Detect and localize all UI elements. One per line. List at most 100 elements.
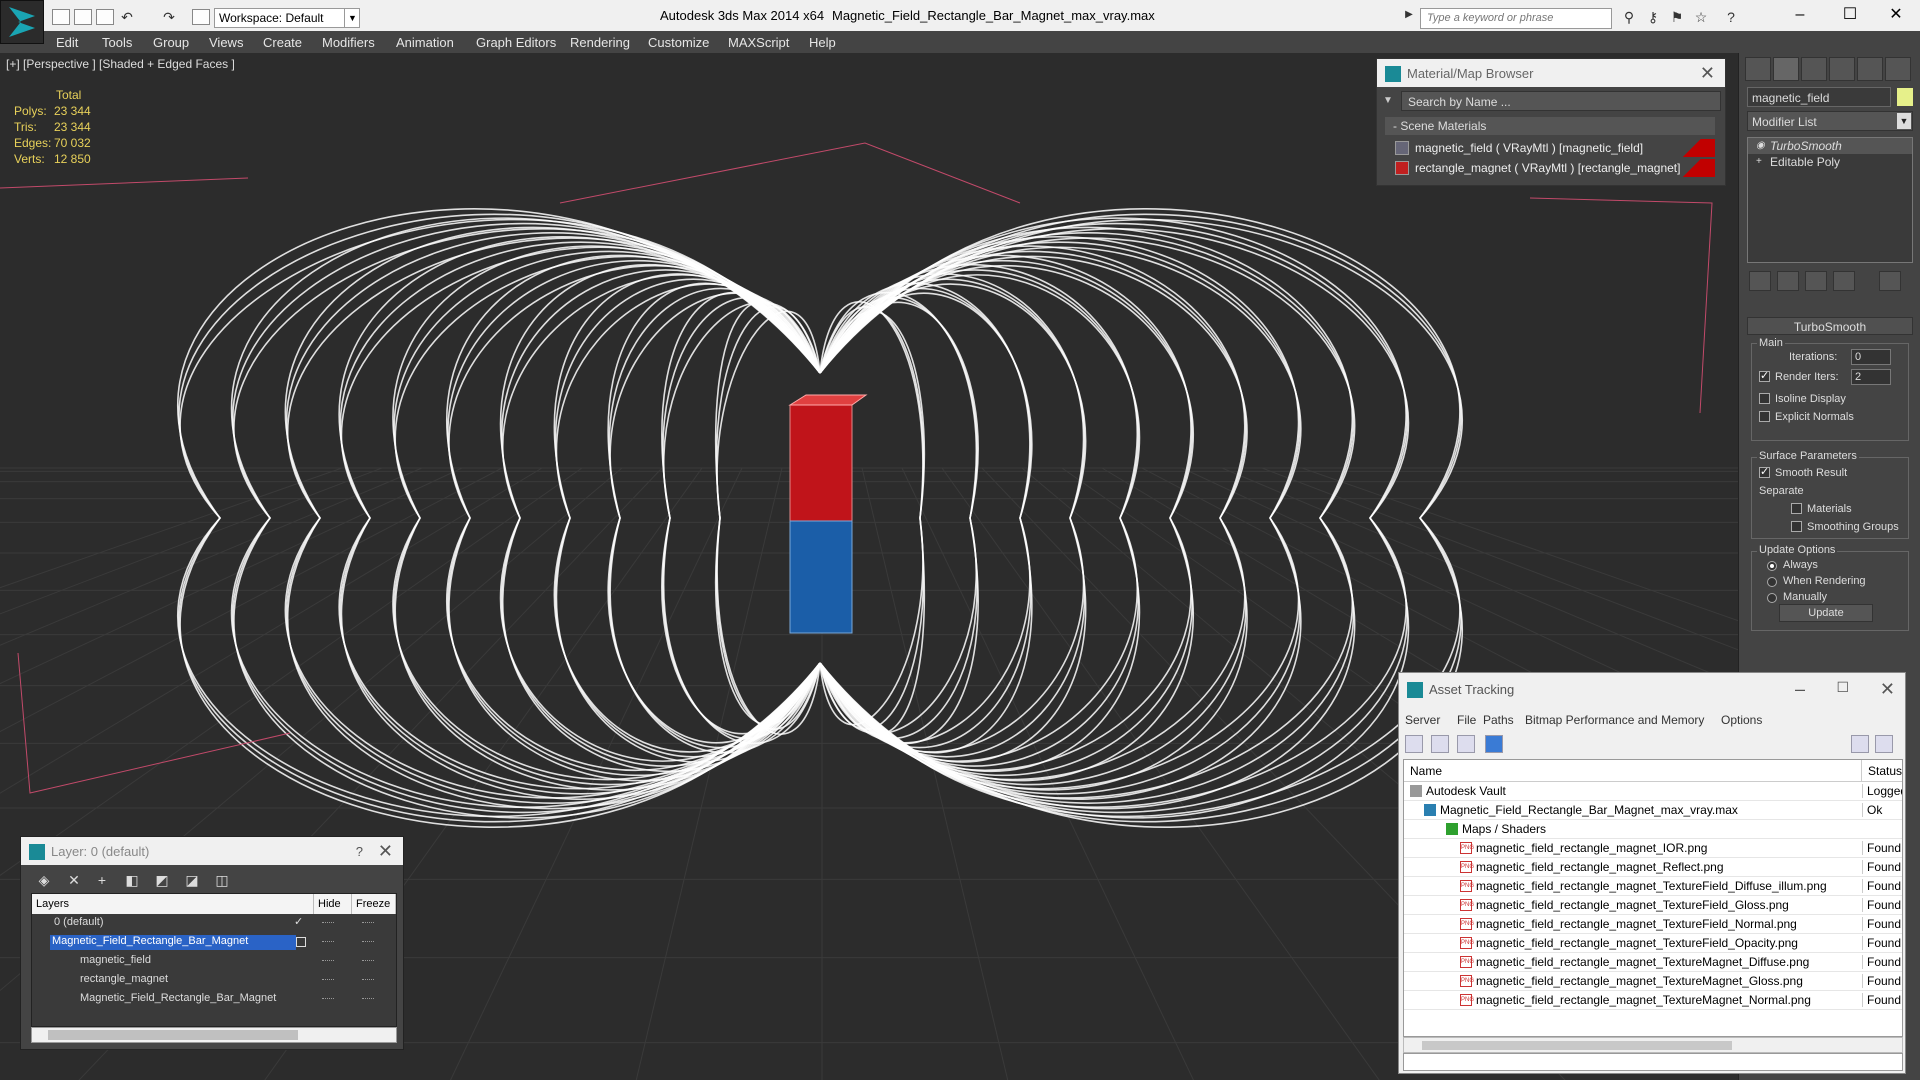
close-icon[interactable]: ✕ <box>1880 679 1895 700</box>
make-unique-icon[interactable] <box>1805 271 1827 291</box>
update-when-rendering-radio[interactable] <box>1767 577 1777 587</box>
close-icon[interactable]: ✕ <box>1700 63 1715 84</box>
asset-row[interactable]: Maps / Shaders <box>1404 820 1902 839</box>
asset-row[interactable]: Autodesk Vault Logged <box>1404 782 1902 801</box>
asset-row[interactable]: Magnetic_Field_Rectangle_Bar_Magnet_max_… <box>1404 801 1902 820</box>
menu-create[interactable]: Create <box>263 35 302 50</box>
configure-modifier-sets-icon[interactable] <box>1879 271 1901 291</box>
hide-column-header[interactable]: Hide <box>314 894 352 914</box>
layer-explorer-titlebar[interactable]: Layer: 0 (default) ? ✕ <box>21 837 403 865</box>
close-button[interactable]: ✕ <box>1876 4 1916 28</box>
project-folder-icon[interactable] <box>192 9 210 25</box>
stack-item-editable-poly[interactable]: + Editable Poly <box>1748 154 1912 170</box>
at-menu-server[interactable]: Server <box>1405 713 1440 727</box>
create-tab-icon[interactable] <box>1745 57 1771 81</box>
chevron-down-icon[interactable]: ▼ <box>1383 95 1393 106</box>
asset-row[interactable]: PNG magnetic_field_rectangle_magnet_Textu… <box>1404 991 1902 1010</box>
open-file-icon[interactable] <box>74 9 92 25</box>
asset-row[interactable]: PNG magnetic_field_rectangle_magnet_Textu… <box>1404 953 1902 972</box>
select-objects-icon[interactable]: ◧ <box>123 872 141 888</box>
favorites-star-icon[interactable]: ☆ <box>1692 9 1710 27</box>
material-row[interactable]: rectangle_magnet ( VRayMtl ) [rectangle_… <box>1391 159 1715 177</box>
hide-toggle[interactable] <box>322 998 334 1000</box>
menu-rendering[interactable]: Rendering <box>570 35 630 50</box>
communication-icon[interactable]: ⚑ <box>1668 9 1686 27</box>
status-column-header[interactable]: Status <box>1862 760 1902 782</box>
save-file-icon[interactable] <box>96 9 114 25</box>
render-iters-spinner[interactable]: 2 <box>1851 369 1891 385</box>
list-view-icon[interactable] <box>1431 735 1449 753</box>
thumbnail-view-icon[interactable] <box>1457 735 1475 753</box>
turbosmooth-rollout-header[interactable]: TurboSmooth <box>1747 317 1913 335</box>
new-file-icon[interactable] <box>52 9 70 25</box>
stack-item-turbosmooth[interactable]: ◉ TurboSmooth <box>1748 138 1912 154</box>
highlight-layer-icon[interactable]: ◩ <box>153 872 171 888</box>
scrollbar-thumb[interactable] <box>1422 1041 1732 1050</box>
layers-column-header[interactable]: Layers <box>32 894 314 914</box>
menu-graph-editors[interactable]: Graph Editors <box>476 35 556 50</box>
separate-smoothing-groups-checkbox[interactable] <box>1791 521 1802 532</box>
menu-tools[interactable]: Tools <box>102 35 132 50</box>
asset-row[interactable]: PNG magnetic_field_rectangle_magnet_Textu… <box>1404 972 1902 991</box>
minimize-button[interactable]: – <box>1780 4 1820 28</box>
pin-stack-icon[interactable] <box>1749 271 1771 291</box>
layer-row[interactable]: Magnetic_Field_Rectangle_Bar_Magnet <box>32 933 396 952</box>
undo-icon[interactable]: ↶ <box>118 9 136 27</box>
menu-animation[interactable]: Animation <box>396 35 454 50</box>
menu-views[interactable]: Views <box>209 35 243 50</box>
display-tab-icon[interactable] <box>1857 57 1883 81</box>
chevron-down-icon[interactable]: ▼ <box>344 8 360 28</box>
separate-materials-checkbox[interactable] <box>1791 503 1802 514</box>
layer-row[interactable]: 0 (default) ✓ <box>32 914 396 933</box>
menu-maxscript[interactable]: MAXScript <box>728 35 789 50</box>
modifier-list-dropdown[interactable]: Modifier List <box>1747 111 1913 131</box>
refresh-icon[interactable] <box>1405 735 1423 753</box>
material-row[interactable]: magnetic_field ( VRayMtl ) [magnetic_fie… <box>1391 139 1715 157</box>
remove-modifier-icon[interactable] <box>1833 271 1855 291</box>
context-help-icon[interactable] <box>1875 735 1893 753</box>
lightbulb-icon[interactable]: ◉ <box>1756 140 1765 151</box>
menu-modifiers[interactable]: Modifiers <box>322 35 375 50</box>
hide-toggle[interactable] <box>322 979 334 981</box>
create-layer-icon[interactable]: ◈ <box>35 872 53 888</box>
layer-row[interactable]: magnetic_field <box>32 952 396 971</box>
motion-tab-icon[interactable] <box>1829 57 1855 81</box>
help-icon[interactable]: ? <box>356 844 363 859</box>
hierarchy-tab-icon[interactable] <box>1801 57 1827 81</box>
show-end-result-icon[interactable] <box>1777 271 1799 291</box>
asset-row[interactable]: PNG magnetic_field_rectangle_magnet_Refle… <box>1404 858 1902 877</box>
workspace-dropdown[interactable]: Workspace: Default <box>214 8 360 28</box>
object-color-swatch[interactable] <box>1897 88 1913 106</box>
freeze-all-layers-icon[interactable]: ◫ <box>213 872 231 888</box>
keyword-search-input[interactable]: Type a keyword or phrase <box>1420 8 1612 29</box>
layer-row[interactable]: Magnetic_Field_Rectangle_Bar_Magnet <box>32 990 396 1009</box>
table-view-icon[interactable] <box>1485 735 1503 753</box>
freeze-toggle[interactable] <box>362 960 374 962</box>
update-button[interactable]: Update <box>1779 604 1873 622</box>
asset-tracking-titlebar[interactable]: Asset Tracking – ☐ ✕ <box>1399 673 1905 707</box>
scrollbar-thumb[interactable] <box>48 1030 298 1040</box>
menu-edit[interactable]: Edit <box>56 35 78 50</box>
at-menu-bitmap-performance[interactable]: Bitmap Performance and Memory <box>1525 713 1704 727</box>
binoculars-icon[interactable]: ⚲ <box>1620 9 1638 27</box>
menu-help[interactable]: Help <box>809 35 836 50</box>
render-iters-checkbox[interactable] <box>1759 369 1770 382</box>
redo-icon[interactable]: ↷ <box>160 9 178 27</box>
layer-horizontal-scrollbar[interactable] <box>31 1027 397 1043</box>
menu-customize[interactable]: Customize <box>648 35 709 50</box>
at-menu-options[interactable]: Options <box>1721 713 1762 727</box>
add-to-layer-icon[interactable]: + <box>93 872 111 888</box>
hide-toggle[interactable] <box>322 941 334 943</box>
modify-tab-icon[interactable] <box>1773 57 1799 81</box>
smooth-result-checkbox[interactable] <box>1759 465 1770 478</box>
expand-search-icon[interactable]: ▶ <box>1400 9 1418 27</box>
material-search-input[interactable]: Search by Name ... <box>1401 91 1721 111</box>
viewport-label[interactable]: [+] [Perspective ] [Shaded + Edged Faces… <box>6 57 235 71</box>
help-icon[interactable]: ? <box>1722 9 1740 27</box>
asset-horizontal-scrollbar[interactable] <box>1403 1037 1903 1053</box>
asset-row[interactable]: PNG magnetic_field_rectangle_magnet_Textu… <box>1404 915 1902 934</box>
active-layer-check-icon[interactable]: ✓ <box>294 915 303 928</box>
delete-layer-icon[interactable]: ✕ <box>65 872 83 888</box>
freeze-column-header[interactable]: Freeze <box>352 894 396 914</box>
explicit-normals-checkbox[interactable] <box>1759 411 1770 422</box>
